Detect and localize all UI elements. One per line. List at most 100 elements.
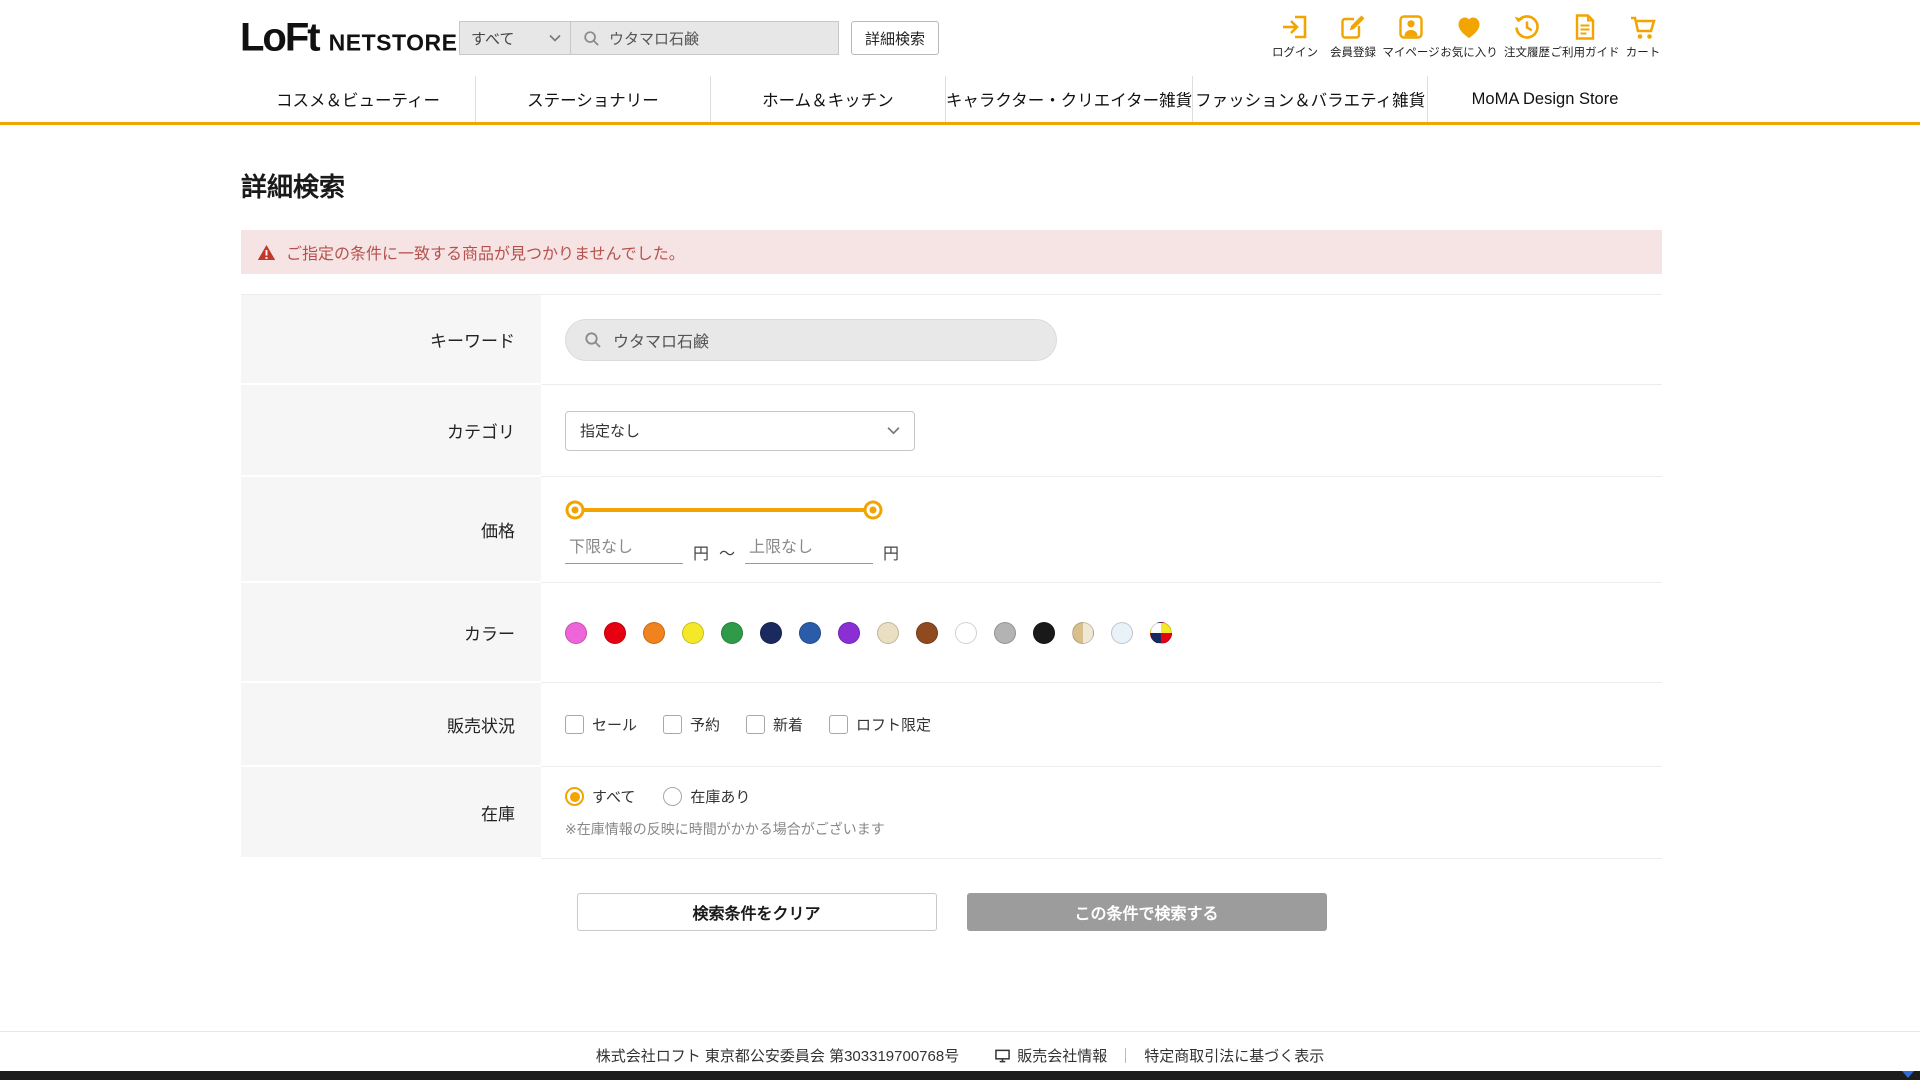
- nav-item-character[interactable]: キャラクター・クリエイター雑貨: [944, 76, 1192, 122]
- nav-item-fashion[interactable]: ファッション＆バラエティ雑貨: [1192, 76, 1427, 122]
- checkbox-box[interactable]: [746, 715, 766, 734]
- company-info-icon: [995, 1049, 1011, 1062]
- form-actions: 検索条件をクリア この条件で検索する: [241, 893, 1662, 931]
- nav-item-cosme[interactable]: コスメ＆ビューティー: [241, 76, 475, 122]
- footer-link-tokushoho[interactable]: 特定商取引法に基づく表示: [1144, 1045, 1324, 1066]
- color-swatch-blue[interactable]: [799, 621, 821, 644]
- footer-company-text: 株式会社ロフト 東京都公安委員会 第303319700768号: [595, 1048, 960, 1065]
- keyword-input[interactable]: ウタマロ石鹸: [565, 318, 1057, 361]
- radio-all[interactable]: すべて: [565, 786, 635, 807]
- color-swatch-orange[interactable]: [643, 621, 665, 644]
- alert-message: ご指定の条件に一致する商品が見つかりませんでした。: [286, 246, 685, 263]
- checkbox-reserve[interactable]: 予約: [663, 714, 720, 735]
- nav-item-moma[interactable]: MoMA Design Store: [1427, 76, 1662, 122]
- search-submit-button[interactable]: この条件で検索する: [966, 893, 1327, 931]
- price-slider-track[interactable]: [575, 508, 873, 512]
- form-row-stock: 在庫 すべて 在庫あり ※在庫情報の反映に時間がかかる場合がございます: [241, 767, 1662, 859]
- radio-circle[interactable]: [663, 787, 683, 806]
- color-swatch-beige[interactable]: [877, 621, 899, 644]
- checkbox-box[interactable]: [663, 715, 683, 734]
- quicklink-label: お気に入り: [1440, 47, 1498, 59]
- checkbox-box[interactable]: [829, 715, 849, 734]
- form-row-keyword: キーワード ウタマロ石鹸: [241, 295, 1662, 385]
- quicklink-label: ログイン: [1272, 47, 1318, 59]
- color-swatch-multi[interactable]: [1150, 621, 1172, 644]
- color-swatch-red[interactable]: [604, 621, 626, 644]
- header-search-input[interactable]: ウタマロ石鹸: [571, 21, 839, 55]
- quicklink-mypage[interactable]: マイページ: [1382, 12, 1440, 60]
- heart-icon: [1458, 17, 1480, 38]
- search-category-select[interactable]: すべて: [459, 21, 571, 55]
- price-unit: 円: [693, 546, 710, 563]
- color-swatch-navy[interactable]: [760, 621, 782, 644]
- sales-status-options: セール 予約 新着 ロフト限定: [565, 714, 1662, 735]
- color-swatch-white[interactable]: [955, 621, 977, 644]
- page-title: 詳細検索: [241, 172, 346, 202]
- checkbox-sale[interactable]: セール: [565, 714, 637, 735]
- footer-link-label: 特定商取引法に基づく表示: [1144, 1048, 1325, 1065]
- category-value: 指定なし: [580, 423, 641, 440]
- color-swatch-gold[interactable]: [1072, 621, 1094, 644]
- clear-conditions-button[interactable]: 検索条件をクリア: [576, 893, 937, 931]
- footer-link-company-info[interactable]: 販売会社情報: [995, 1045, 1107, 1066]
- logo-loft-text: LoFt: [240, 15, 321, 60]
- quicklink-label: マイページ: [1382, 47, 1440, 59]
- history-icon: [1514, 15, 1539, 39]
- quicklink-label: 会員登録: [1330, 47, 1376, 59]
- no-results-alert: ご指定の条件に一致する商品が見つかりませんでした。: [241, 230, 1662, 274]
- chevron-down-icon: [549, 34, 561, 42]
- nav-accent-line: [0, 122, 1920, 125]
- nav-item-stationery[interactable]: ステーショナリー: [474, 76, 710, 122]
- chevron-down-icon: [887, 427, 900, 435]
- quicklink-login[interactable]: ログイン: [1266, 12, 1324, 60]
- price-slider-handle-min[interactable]: [568, 503, 582, 517]
- header-search-value: ウタマロ石鹸: [609, 30, 700, 48]
- color-swatch-yellow[interactable]: [682, 621, 704, 644]
- radio-label: 在庫あり: [690, 789, 751, 806]
- checkbox-label: ロフト限定: [856, 717, 932, 734]
- footer-link-label: 販売会社情報: [1017, 1048, 1108, 1065]
- category-select[interactable]: 指定なし: [565, 410, 915, 451]
- quicklink-guide[interactable]: ご利用ガイド: [1551, 12, 1620, 60]
- color-swatch-pink[interactable]: [565, 621, 587, 644]
- price-min-input[interactable]: [565, 537, 683, 564]
- detail-search-button[interactable]: 詳細検索: [851, 21, 939, 55]
- quick-links: ログイン 会員登録 マイページ お気に入り 注文履歴 ご利用ガイド カート: [1266, 12, 1672, 60]
- quicklink-label: カート: [1625, 47, 1661, 59]
- quicklink-history[interactable]: 注文履歴: [1498, 12, 1556, 60]
- stock-note: ※在庫情報の反映に時間がかかる場合がございます: [565, 821, 885, 837]
- form-row-sales-status: 販売状況 セール 予約 新着 ロフト限定: [241, 683, 1662, 767]
- header-search: すべて ウタマロ石鹸 詳細検索: [459, 21, 939, 55]
- price-label: 価格: [241, 477, 541, 583]
- sales-status-label: 販売状況: [241, 683, 541, 767]
- price-slider-handle-max[interactable]: [866, 503, 880, 517]
- color-swatch-black[interactable]: [1033, 621, 1055, 644]
- stock-label: 在庫: [241, 767, 541, 859]
- quicklink-cart[interactable]: カート: [1614, 12, 1672, 60]
- search-form: キーワード ウタマロ石鹸 カテゴリ 指定なし 価格 下限なし 円 ～ 上限なし …: [241, 294, 1662, 859]
- footer-divider: [1125, 1048, 1127, 1063]
- scroll-down-arrow-icon[interactable]: [1902, 1071, 1914, 1078]
- stock-options: すべて 在庫あり: [565, 786, 1662, 807]
- nav-item-home-kitchen[interactable]: ホーム＆キッチン: [709, 76, 945, 122]
- loft-logo[interactable]: LoFt NETSTORE: [240, 16, 457, 61]
- quicklink-register[interactable]: 会員登録: [1324, 12, 1382, 60]
- color-swatch-brown[interactable]: [916, 621, 938, 644]
- category-label: カテゴリ: [241, 385, 541, 477]
- radio-in-stock[interactable]: 在庫あり: [663, 786, 750, 807]
- search-icon: [584, 30, 599, 46]
- keyword-label: キーワード: [241, 295, 541, 385]
- checkbox-loft-limited[interactable]: ロフト限定: [829, 714, 931, 735]
- color-swatch-green[interactable]: [721, 621, 743, 644]
- color-swatch-clear[interactable]: [1111, 621, 1133, 644]
- checkbox-box[interactable]: [565, 715, 584, 734]
- color-swatch-gray[interactable]: [994, 621, 1016, 644]
- search-category-value: すべて: [471, 30, 515, 48]
- price-separator: ～: [719, 546, 736, 563]
- price-max-input[interactable]: [745, 537, 874, 564]
- main-content: 詳細検索 ご指定の条件に一致する商品が見つかりませんでした。 キーワード ウタマ…: [241, 167, 1662, 931]
- quicklink-favorites[interactable]: お気に入り: [1440, 12, 1498, 60]
- radio-circle[interactable]: [565, 787, 584, 806]
- checkbox-new[interactable]: 新着: [746, 714, 803, 735]
- color-swatch-purple[interactable]: [838, 621, 860, 644]
